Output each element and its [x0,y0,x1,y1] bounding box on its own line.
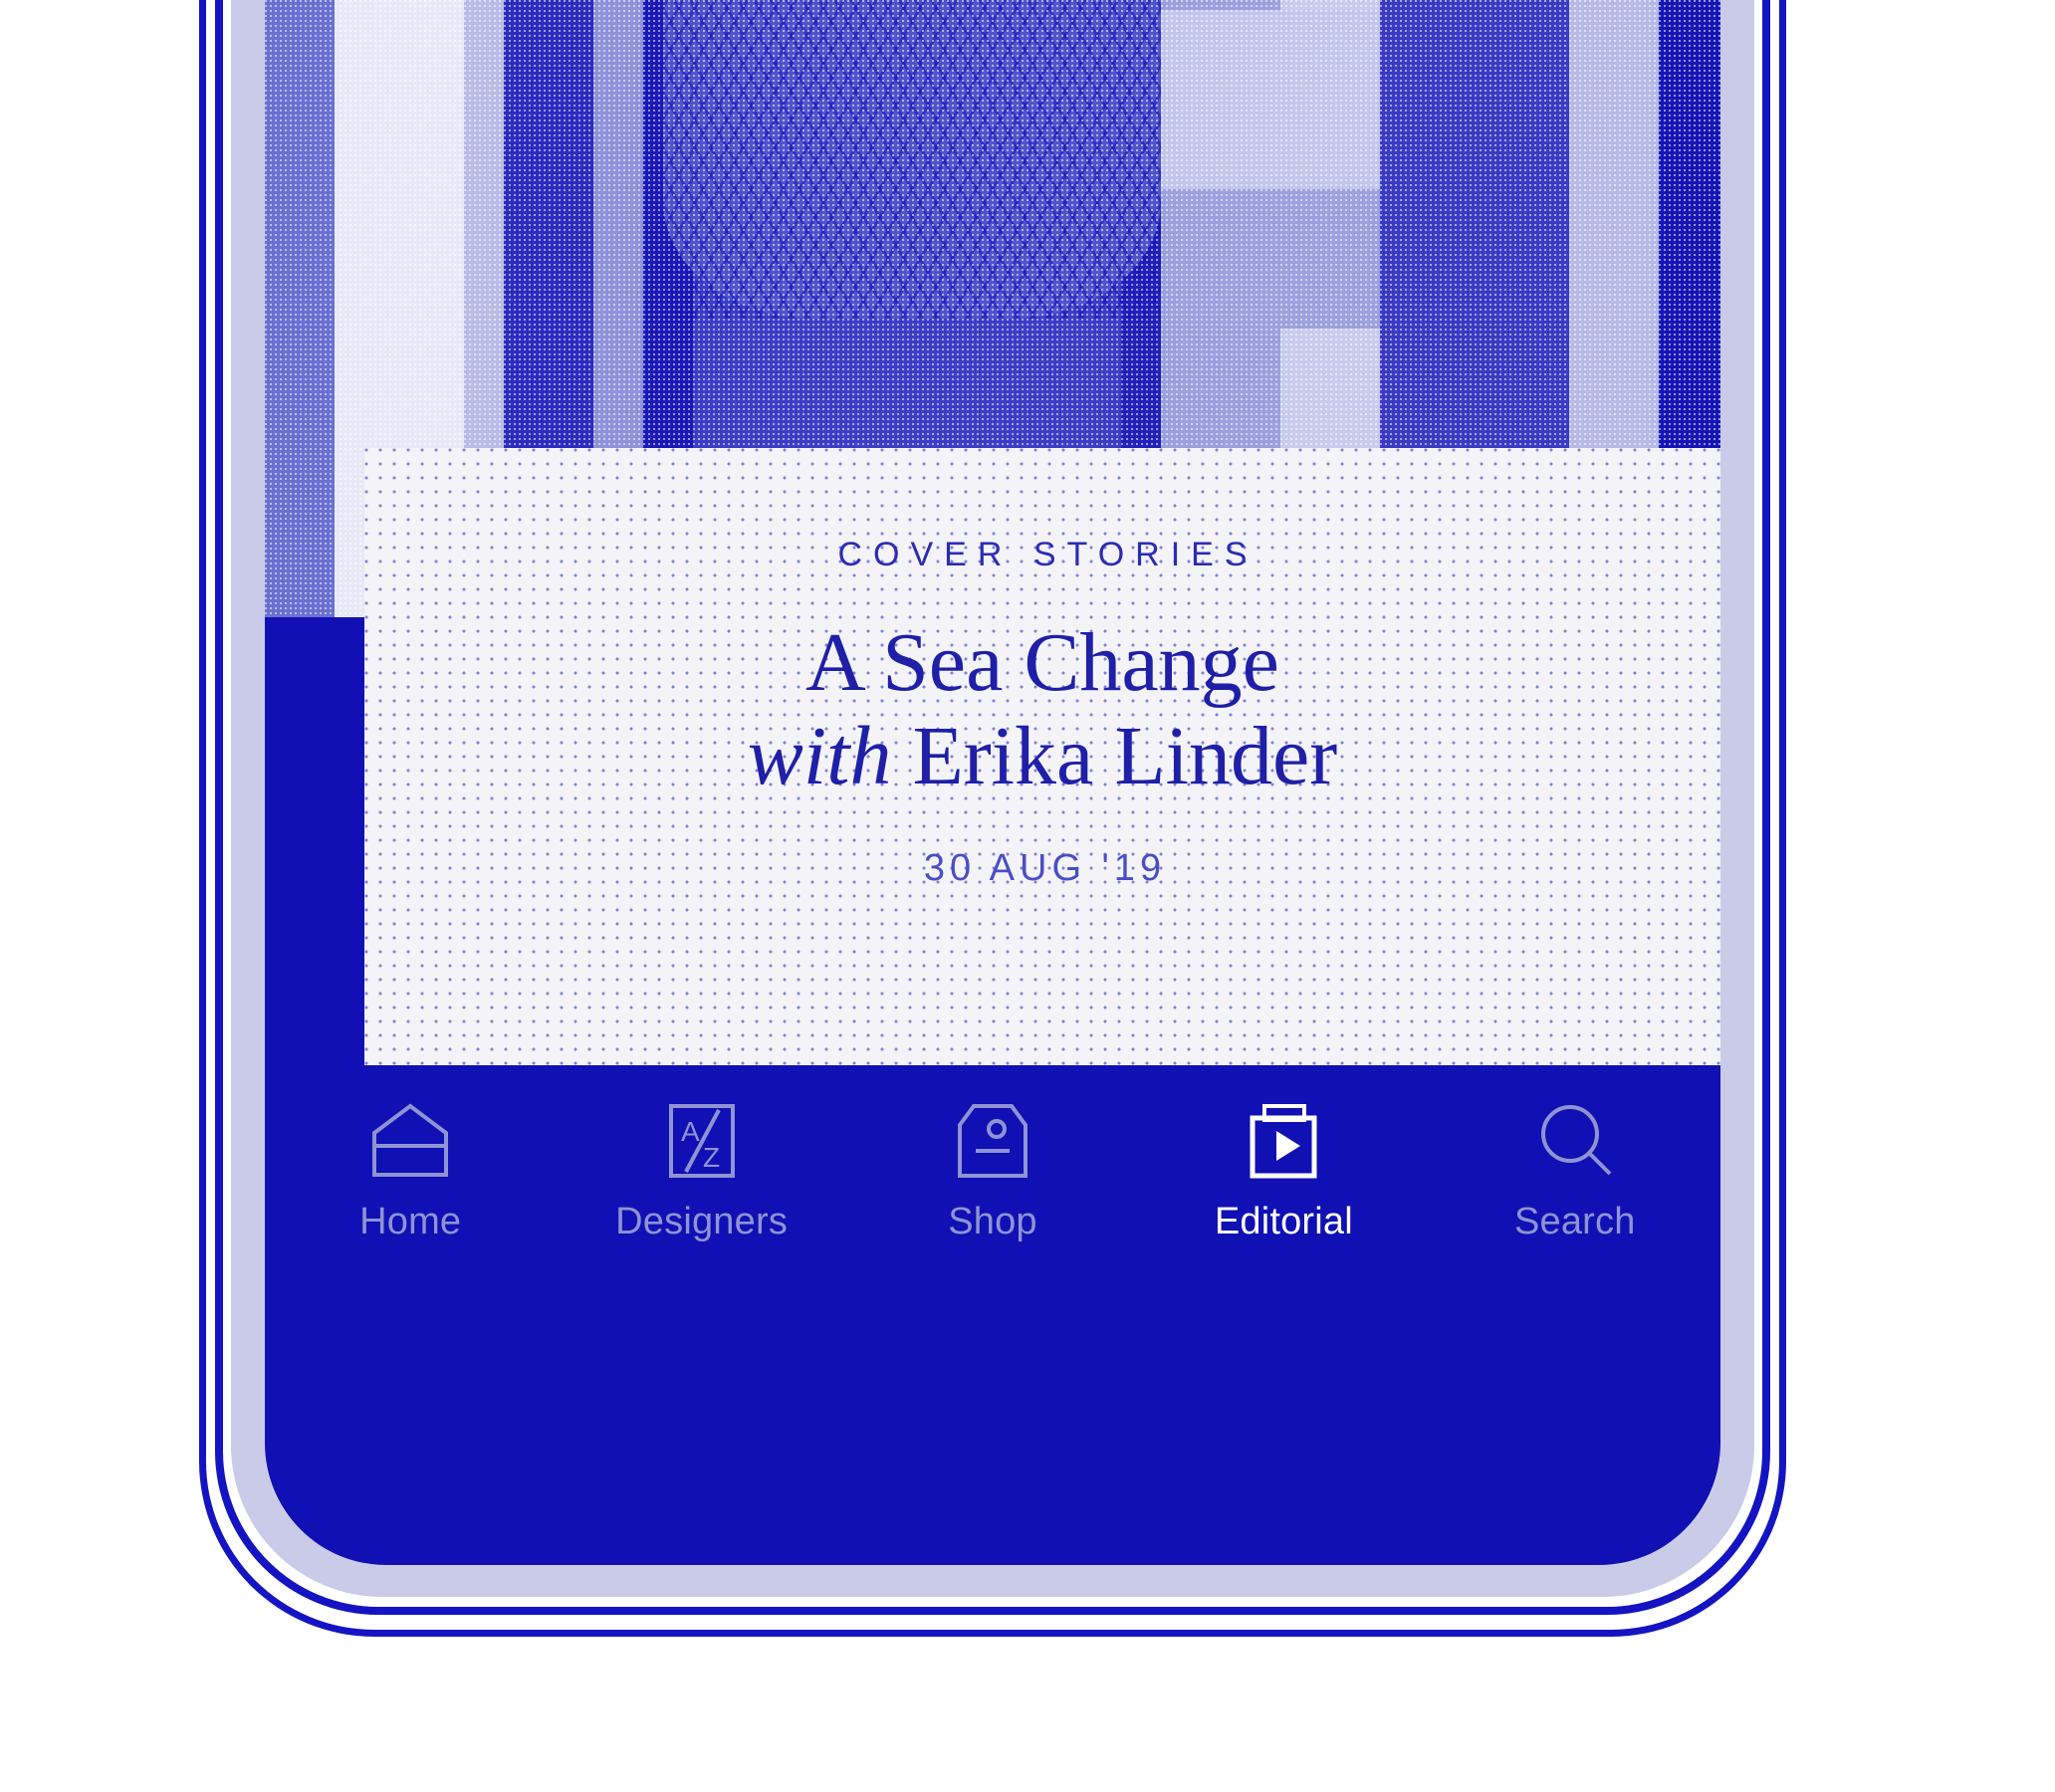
tab-editorial[interactable]: Editorial [1154,1099,1413,1243]
magnifier-icon [1529,1099,1621,1183]
bottom-tab-bar: Home A Z Designers Shop Editorial Search [265,1065,1720,1324]
tab-shop[interactable]: Shop [863,1099,1122,1243]
card-eyebrow: COVER STORIES [837,536,1258,573]
price-tag-icon [947,1099,1038,1183]
tab-designers-label: Designers [615,1201,789,1242]
tab-shop-label: Shop [948,1201,1037,1242]
headline-subject-name: Erika Linder [912,710,1338,803]
tab-editorial-label: Editorial [1214,1201,1353,1242]
canvas: COVER STORIES A Sea Change with Erika Li… [0,0,2055,1792]
tab-search[interactable]: Search [1446,1099,1705,1243]
headline-line-2: with Erika Linder [364,710,1720,803]
headline-with-word: with [747,710,892,803]
card-date: 30 AUG '19 [923,847,1167,890]
tab-home-label: Home [359,1201,462,1242]
play-box-icon [1238,1099,1329,1183]
svg-text:Z: Z [703,1142,720,1173]
svg-text:A: A [681,1116,700,1147]
a-to-z-icon: A Z [656,1099,748,1183]
house-icon [364,1099,456,1183]
tab-search-label: Search [1513,1201,1636,1242]
headline-line-1: A Sea Change [805,616,1279,709]
card-headline: A Sea Change with Erika Linder [364,616,1720,803]
tab-designers[interactable]: A Z Designers [572,1099,831,1243]
editorial-card[interactable]: COVER STORIES A Sea Change with Erika Li… [364,448,1720,1065]
phone-screen: COVER STORIES A Sea Change with Erika Li… [265,0,1720,1565]
tab-home[interactable]: Home [281,1099,540,1243]
hero-photo-panel-2 [1161,189,1380,329]
hero-photo-garment [663,0,1161,319]
